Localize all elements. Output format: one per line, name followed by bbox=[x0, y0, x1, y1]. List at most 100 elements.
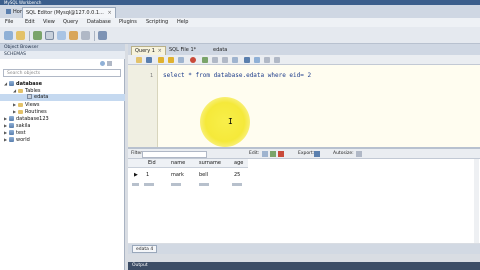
cursor-highlight bbox=[200, 97, 250, 147]
new-table-icon[interactable] bbox=[45, 31, 54, 40]
stop-icon[interactable] bbox=[190, 57, 196, 63]
editor-tab-bar: Query 1 × SQL File 1* edata bbox=[128, 44, 480, 55]
database-icon bbox=[9, 130, 14, 135]
grid-header: Eid name surname age bbox=[128, 159, 248, 168]
new-connection-icon[interactable] bbox=[4, 31, 13, 40]
commit-icon[interactable] bbox=[212, 57, 218, 63]
execute-current-icon[interactable] bbox=[168, 57, 174, 63]
sql-code[interactable]: select * from database.edata where eid= … bbox=[163, 72, 311, 79]
table-icon bbox=[27, 94, 32, 99]
open-file-icon[interactable] bbox=[16, 31, 25, 40]
output-panel-header[interactable]: Output bbox=[128, 262, 480, 270]
toolbar-divider bbox=[29, 31, 30, 41]
database-icon bbox=[9, 116, 14, 121]
open-script-icon[interactable] bbox=[136, 57, 142, 63]
table-row[interactable]: ▶ 1 mark bell 25 bbox=[128, 171, 248, 179]
folder-icon bbox=[18, 88, 23, 93]
autocommit-icon[interactable] bbox=[232, 57, 238, 63]
explain-icon[interactable] bbox=[178, 57, 184, 63]
close-icon[interactable]: × bbox=[158, 48, 162, 54]
app-tab-bar: Home SQL Editor (Mysql@127.0.0.1... × bbox=[0, 5, 480, 18]
execute-icon[interactable] bbox=[158, 57, 164, 63]
menu-query[interactable]: Query bbox=[63, 18, 78, 27]
null-cell[interactable] bbox=[232, 182, 242, 188]
new-view-icon[interactable] bbox=[57, 31, 66, 40]
add-row-icon[interactable] bbox=[270, 151, 276, 157]
database-icon bbox=[9, 137, 14, 142]
tab-edata[interactable]: edata bbox=[210, 46, 230, 55]
tree-item-database[interactable]: ◢ database bbox=[0, 80, 125, 87]
edit-label: Edit: bbox=[249, 151, 260, 156]
vertical-scrollbar[interactable] bbox=[474, 159, 479, 243]
tree-item-routines[interactable]: ▶ Routines bbox=[0, 108, 125, 115]
tree-item-database123[interactable]: ▶ database123 bbox=[0, 115, 125, 122]
null-cell[interactable] bbox=[171, 182, 181, 188]
tree-item-world[interactable]: ▶ world bbox=[0, 136, 125, 143]
delete-row-icon[interactable] bbox=[278, 151, 284, 157]
tab-sql-editor[interactable]: SQL Editor (Mysql@127.0.0.1... × bbox=[22, 7, 116, 18]
folder-icon bbox=[18, 102, 23, 107]
save-icon[interactable] bbox=[146, 57, 152, 63]
schema-inspector-icon[interactable] bbox=[98, 31, 107, 40]
tab-sql-file-1-label: SQL File 1* bbox=[169, 47, 197, 53]
menu-database[interactable]: Database bbox=[87, 18, 111, 27]
column-header-name[interactable]: name bbox=[171, 159, 185, 167]
wrap-icon[interactable] bbox=[264, 57, 270, 63]
close-icon[interactable]: × bbox=[107, 10, 111, 16]
search-objects-input[interactable]: Search objects bbox=[3, 69, 121, 77]
database-icon bbox=[9, 123, 14, 128]
menu-bar: File Edit View Query Database Plugins Sc… bbox=[0, 18, 480, 27]
find-icon[interactable] bbox=[254, 57, 260, 63]
autosize-icon[interactable] bbox=[356, 151, 362, 157]
invisible-chars-icon[interactable] bbox=[274, 57, 280, 63]
menu-help[interactable]: Help bbox=[177, 18, 188, 27]
object-browser: Object Browser SCHEMAS Search objects ◢ d… bbox=[0, 44, 125, 270]
new-row[interactable] bbox=[128, 180, 248, 188]
tree-item-edata[interactable]: edata bbox=[0, 94, 125, 101]
menu-scripting[interactable]: Scripting bbox=[146, 18, 168, 27]
menu-view[interactable]: View bbox=[43, 18, 55, 27]
database-icon bbox=[9, 81, 14, 86]
tree-item-label: edata bbox=[34, 94, 49, 100]
rollback-icon[interactable] bbox=[222, 57, 228, 63]
menu-edit[interactable]: Edit bbox=[25, 18, 35, 27]
result-grid: Eid name surname age ▶ 1 mark bell 25 bbox=[128, 159, 480, 243]
new-function-icon[interactable] bbox=[81, 31, 90, 40]
filter-input[interactable] bbox=[142, 151, 207, 158]
menu-plugins[interactable]: Plugins bbox=[119, 18, 137, 27]
tab-edata-label: edata bbox=[213, 47, 228, 53]
export-icon[interactable] bbox=[314, 151, 320, 157]
tab-sql-file-1[interactable]: SQL File 1* bbox=[166, 46, 199, 55]
tree-item-sakila[interactable]: ▶ sakila bbox=[0, 122, 125, 129]
tab-sql-editor-label: SQL Editor (Mysql@127.0.0.1... bbox=[26, 10, 104, 16]
column-header-surname[interactable]: surname bbox=[199, 159, 221, 167]
edit-row-icon[interactable] bbox=[262, 151, 268, 157]
tree-item-tables[interactable]: ◢ Tables bbox=[0, 87, 125, 94]
column-header-eid[interactable]: Eid bbox=[148, 159, 156, 167]
schemas-header: SCHEMAS bbox=[0, 51, 125, 59]
home-icon bbox=[6, 9, 11, 14]
cell-name[interactable]: mark bbox=[171, 171, 184, 179]
new-routine-icon[interactable] bbox=[69, 31, 78, 40]
refresh-icon[interactable] bbox=[100, 61, 105, 66]
tab-query-1[interactable]: Query 1 × bbox=[131, 46, 166, 55]
cell-age[interactable]: 25 bbox=[234, 171, 240, 179]
expand-icon[interactable] bbox=[106, 61, 112, 66]
tree-item-views[interactable]: ▶ Views bbox=[0, 101, 125, 108]
menu-file[interactable]: File bbox=[5, 18, 13, 27]
toggle-icon[interactable] bbox=[202, 57, 208, 63]
null-cell[interactable] bbox=[199, 182, 209, 188]
editor-gutter bbox=[128, 65, 158, 147]
beautify-icon[interactable] bbox=[244, 57, 250, 63]
sidebar-tools bbox=[100, 61, 120, 67]
result-tab-bar: edata 4 bbox=[128, 244, 480, 254]
text-cursor-icon: I bbox=[228, 117, 233, 126]
tab-edata-4[interactable]: edata 4 bbox=[132, 245, 158, 253]
editor-toolbar bbox=[128, 55, 480, 65]
tree-item-test[interactable]: ▶ test bbox=[0, 129, 125, 136]
new-schema-icon[interactable] bbox=[33, 31, 42, 40]
cell-surname[interactable]: bell bbox=[199, 171, 208, 179]
null-cell[interactable] bbox=[144, 182, 154, 188]
column-header-age[interactable]: age bbox=[234, 159, 243, 167]
cell-eid[interactable]: 1 bbox=[146, 171, 149, 179]
